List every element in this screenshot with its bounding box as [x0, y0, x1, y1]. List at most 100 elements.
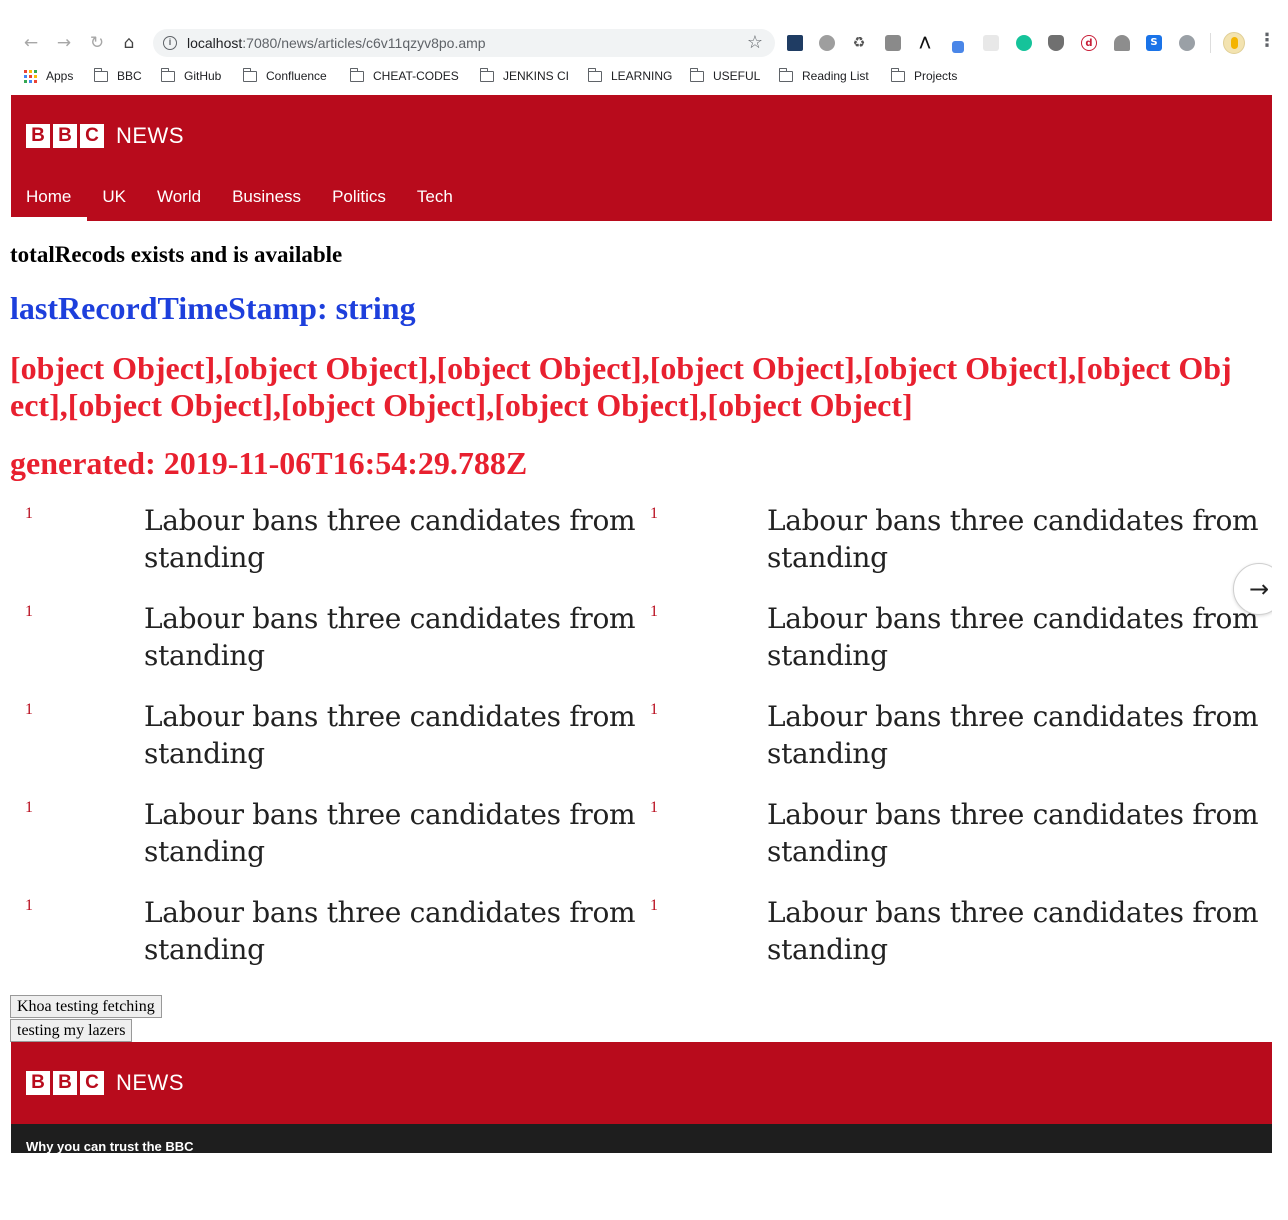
story-rank: 1	[650, 603, 658, 620]
url-path: :7080/news/articles/c6v11qzyv8po.amp	[242, 35, 486, 51]
list-item[interactable]: 1 Labour bans three candidates from stan…	[640, 894, 1270, 992]
bookmark-label: LEARNING	[611, 69, 673, 83]
apps-grid-icon	[24, 69, 37, 83]
camera-extension-icon[interactable]	[885, 35, 901, 51]
nav-item-uk[interactable]: UK	[87, 175, 142, 221]
list-item[interactable]: 1 Labour bans three candidates from stan…	[0, 698, 640, 796]
folder-icon	[160, 67, 175, 82]
gear-extension-icon[interactable]	[819, 35, 835, 51]
story-headline[interactable]: Labour bans three candidates from standi…	[767, 894, 1267, 968]
story-rank: 1	[650, 897, 658, 914]
profile-avatar[interactable]	[1223, 32, 1245, 54]
nav-item-tech[interactable]: Tech	[402, 175, 469, 221]
folder-icon	[890, 67, 905, 82]
story-rank: 1	[650, 505, 658, 522]
story-headline[interactable]: Labour bans three candidates from standi…	[144, 698, 644, 772]
bookmark-folder[interactable]: USEFUL	[689, 67, 761, 85]
site-info-icon[interactable]: i	[163, 36, 177, 50]
list-item[interactable]: 1 Labour bans three candidates from stan…	[640, 698, 1270, 796]
bookmark-star-icon[interactable]: ☆	[747, 32, 763, 53]
wave-extension-icon[interactable]: ⋀	[917, 35, 933, 51]
story-headline[interactable]: Labour bans three candidates from standi…	[767, 698, 1267, 772]
bookmark-folder[interactable]: LEARNING	[587, 67, 673, 85]
khoa-fetch-button[interactable]: Khoa testing fetching	[10, 995, 162, 1018]
d-extension-icon[interactable]: d	[1081, 35, 1097, 51]
bbc-footer: B B C NEWS	[11, 1042, 1272, 1124]
story-headline[interactable]: Labour bans three candidates from standi…	[767, 796, 1267, 870]
story-headline[interactable]: Labour bans three candidates from standi…	[144, 796, 644, 870]
s-extension-icon[interactable]: S	[1146, 35, 1162, 51]
forward-arrow-icon[interactable]: →	[51, 30, 77, 56]
ublock-shield-icon[interactable]	[1048, 35, 1064, 51]
list-item[interactable]: 1 Labour bans three candidates from stan…	[0, 796, 640, 894]
list-item[interactable]: 1 Labour bans three candidates from stan…	[0, 600, 640, 698]
generated-heading: generated: 2019-11-06T16:54:29.788Z	[10, 445, 528, 481]
list-item[interactable]: 1 Labour bans three candidates from stan…	[640, 502, 1270, 600]
bookmark-label: GitHub	[184, 69, 222, 83]
bookmark-folder[interactable]: BBC	[93, 67, 142, 85]
story-headline[interactable]: Labour bans three candidates from standi…	[767, 600, 1267, 674]
home-icon[interactable]: ⌂	[116, 30, 142, 56]
primary-nav: Home UK World Business Politics Tech	[11, 175, 469, 221]
browser-toolbar: ← → ↻ ⌂ i localhost:7080/news/articles/c…	[0, 24, 1288, 62]
nav-item-home[interactable]: Home	[11, 175, 88, 221]
story-rank: 1	[650, 799, 658, 816]
trust-bbc-link[interactable]: Why you can trust the BBC	[26, 1139, 194, 1154]
url-text[interactable]: localhost:7080/news/articles/c6v11qzyv8p…	[187, 35, 486, 51]
bookmark-folder[interactable]: Reading List	[778, 67, 869, 85]
blank-extension-icon[interactable]	[983, 35, 999, 51]
bookmark-label: Apps	[46, 69, 74, 83]
bookmark-folder[interactable]: Confluence	[242, 67, 327, 85]
bookmark-apps[interactable]: Apps	[24, 67, 73, 85]
lightning-extension-icon[interactable]	[1179, 35, 1195, 51]
story-rank: 1	[25, 897, 33, 914]
bookmark-folder[interactable]: CHEAT-CODES	[349, 67, 459, 85]
list-item[interactable]: 1 Labour bans three candidates from stan…	[0, 894, 640, 992]
story-rank: 1	[25, 799, 33, 816]
back-arrow-icon[interactable]: ←	[18, 30, 44, 56]
terminal-extension-icon[interactable]	[787, 35, 803, 51]
story-headline[interactable]: Labour bans three candidates from standi…	[144, 502, 644, 576]
logo-letter: B	[26, 124, 50, 148]
story-headline[interactable]: Labour bans three candidates from standi…	[767, 502, 1267, 576]
list-item[interactable]: 1 Labour bans three candidates from stan…	[640, 796, 1270, 894]
eyedropper-extension-icon[interactable]	[952, 41, 964, 53]
nav-item-politics[interactable]: Politics	[317, 175, 402, 221]
recycle-extension-icon[interactable]: ♻	[851, 35, 867, 51]
bookmark-folder[interactable]: Projects	[890, 67, 958, 85]
bookmark-folder[interactable]: JENKINS CI	[479, 67, 570, 85]
footer-bbc-news-logo[interactable]: B B C NEWS	[26, 1070, 184, 1096]
total-records-heading: totalRecods exists and is available	[10, 242, 343, 267]
arrow-right-icon: →	[1248, 575, 1270, 603]
last-record-heading: lastRecordTimeStamp: string	[10, 290, 416, 326]
bookmark-folder[interactable]: GitHub	[160, 67, 222, 85]
list-item[interactable]: 1 Labour bans three candidates from stan…	[0, 502, 640, 600]
bookmark-label: Projects	[914, 69, 958, 83]
page-right-edge	[1272, 95, 1288, 1153]
bookmark-label: USEFUL	[713, 69, 761, 83]
bbc-news-logo[interactable]: B B C NEWS	[26, 123, 184, 149]
nav-item-business[interactable]: Business	[217, 175, 317, 221]
menu-kebab-icon[interactable]: ⋮	[1258, 30, 1276, 51]
story-headline[interactable]: Labour bans three candidates from standi…	[144, 600, 644, 674]
nav-item-world[interactable]: World	[142, 175, 217, 221]
folder-icon	[242, 67, 257, 82]
story-rank: 1	[650, 701, 658, 718]
bookmark-label: BBC	[117, 69, 142, 83]
folder-icon	[778, 67, 793, 82]
logo-letter: B	[26, 1071, 50, 1095]
reload-icon[interactable]: ↻	[84, 30, 110, 56]
folder-icon	[689, 67, 704, 82]
folder-icon	[479, 67, 494, 82]
bookmark-label: JENKINS CI	[503, 69, 570, 83]
logo-news-text: NEWS	[116, 1070, 184, 1095]
story-rank: 1	[25, 701, 33, 718]
bbc-header: B B C NEWS Home UK World Business Politi…	[11, 95, 1272, 221]
address-bar[interactable]: i localhost:7080/news/articles/c6v11qzyv…	[153, 29, 775, 57]
toolbar-separator	[1210, 33, 1211, 53]
grammarly-extension-icon[interactable]	[1016, 35, 1032, 51]
shoe-extension-icon[interactable]	[1114, 35, 1130, 51]
list-item[interactable]: 1 Labour bans three candidates from stan…	[640, 600, 1270, 698]
story-headline[interactable]: Labour bans three candidates from standi…	[144, 894, 644, 968]
lazers-button[interactable]: testing my lazers	[10, 1019, 133, 1042]
